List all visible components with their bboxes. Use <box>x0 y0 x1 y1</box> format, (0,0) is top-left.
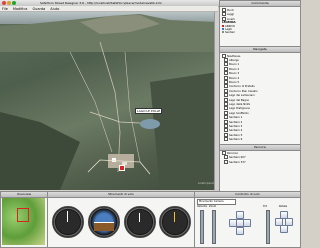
checkbox-icon[interactable] <box>224 97 228 102</box>
checkbox-icon[interactable] <box>222 8 226 12</box>
map-scrollbar[interactable] <box>214 12 218 190</box>
zoom-window-button[interactable] <box>12 1 16 5</box>
legend-marker-icon <box>222 24 224 27</box>
rotate-up-button[interactable] <box>280 211 288 219</box>
checkbox-icon[interactable] <box>224 159 228 164</box>
paths-panel: Percorsi Percorso Sentiero 007 Sentiero … <box>219 144 301 192</box>
checkbox-icon[interactable] <box>224 110 228 115</box>
legend-marker-icon <box>222 28 224 31</box>
checkbox-icon[interactable] <box>224 155 228 160</box>
checkbox-icon[interactable] <box>222 12 226 17</box>
controls-panel: Controllo di volo Movimento Camera Veloc… <box>194 191 301 248</box>
checkbox-icon[interactable] <box>224 57 228 62</box>
list-item[interactable]: Sentiero 6 <box>220 137 300 142</box>
checkbox-icon[interactable] <box>224 124 228 128</box>
places-panel: Navigate NavPlaces Albergo Bosco 1 Bosco… <box>219 46 301 145</box>
checkbox-icon[interactable] <box>224 79 228 84</box>
checkbox-icon[interactable] <box>224 71 228 76</box>
checkbox-icon[interactable] <box>224 119 228 124</box>
commands-panel: Commanda Punti Leggi Livelli LEGENDA ARR… <box>219 0 301 47</box>
overview-viewport-marker[interactable] <box>17 208 29 222</box>
pan-right-button[interactable] <box>243 219 251 227</box>
overview-minimap[interactable] <box>2 198 45 245</box>
tilt-slider-label: Tilt <box>263 205 267 208</box>
zoom-slider-label: Zoom <box>209 205 217 208</box>
checkbox-icon[interactable] <box>224 66 228 71</box>
checkbox-icon[interactable] <box>224 128 228 133</box>
heading-indicator <box>159 206 191 238</box>
zoom-slider[interactable] <box>212 210 216 244</box>
checkbox-icon[interactable] <box>224 88 228 93</box>
map-place-label[interactable]: LAGO LE POLLE <box>135 108 163 114</box>
legend-item-sentieri: Sentieri <box>220 31 300 34</box>
controls-panel-title: Controllo di volo <box>195 192 300 198</box>
checkbox-icon[interactable] <box>224 115 228 120</box>
map-marker-icon[interactable] <box>119 165 125 171</box>
checkbox-icon[interactable] <box>224 62 228 67</box>
map-view[interactable]: LAGO LE POLLE Lorem Ipsum <box>0 12 218 190</box>
pan-down-button[interactable] <box>236 227 244 235</box>
attitude-indicator <box>88 206 120 238</box>
checkbox-icon[interactable] <box>222 53 226 58</box>
checkbox-icon[interactable] <box>224 93 228 98</box>
altimeter-gauge <box>124 206 156 238</box>
checkbox-icon[interactable] <box>224 75 228 80</box>
close-window-button[interactable] <box>2 1 6 5</box>
checkbox-icon[interactable] <box>224 106 228 111</box>
speed-slider[interactable] <box>200 210 204 244</box>
tilt-slider[interactable] <box>266 210 270 244</box>
map-watermark: Lorem Ipsum <box>198 182 215 185</box>
overview-panel: Overview <box>0 191 48 248</box>
checkbox-icon[interactable] <box>224 132 228 137</box>
legend-marker-icon <box>222 31 224 34</box>
checkbox-icon[interactable] <box>224 137 228 142</box>
checkbox-icon[interactable] <box>224 84 228 89</box>
airspeed-gauge <box>52 206 84 238</box>
terrain-overlay <box>0 14 218 190</box>
checkbox-icon[interactable] <box>222 151 226 155</box>
places-list: NavPlaces Albergo Bosco 1 Bosco 2 Bosco … <box>220 53 300 142</box>
instruments-panel: Strumenti di volo <box>47 191 195 248</box>
minimize-window-button[interactable] <box>7 1 11 5</box>
rotate-label: Rotate <box>279 205 288 208</box>
instruments-panel-title: Strumenti di volo <box>48 192 194 198</box>
pan-up-button[interactable] <box>236 211 244 219</box>
checkbox-icon[interactable] <box>224 101 228 106</box>
list-item[interactable]: Sentiero 337 <box>220 159 300 164</box>
speed-slider-label: Velocità <box>197 205 207 208</box>
rotate-down-button[interactable] <box>280 225 288 233</box>
